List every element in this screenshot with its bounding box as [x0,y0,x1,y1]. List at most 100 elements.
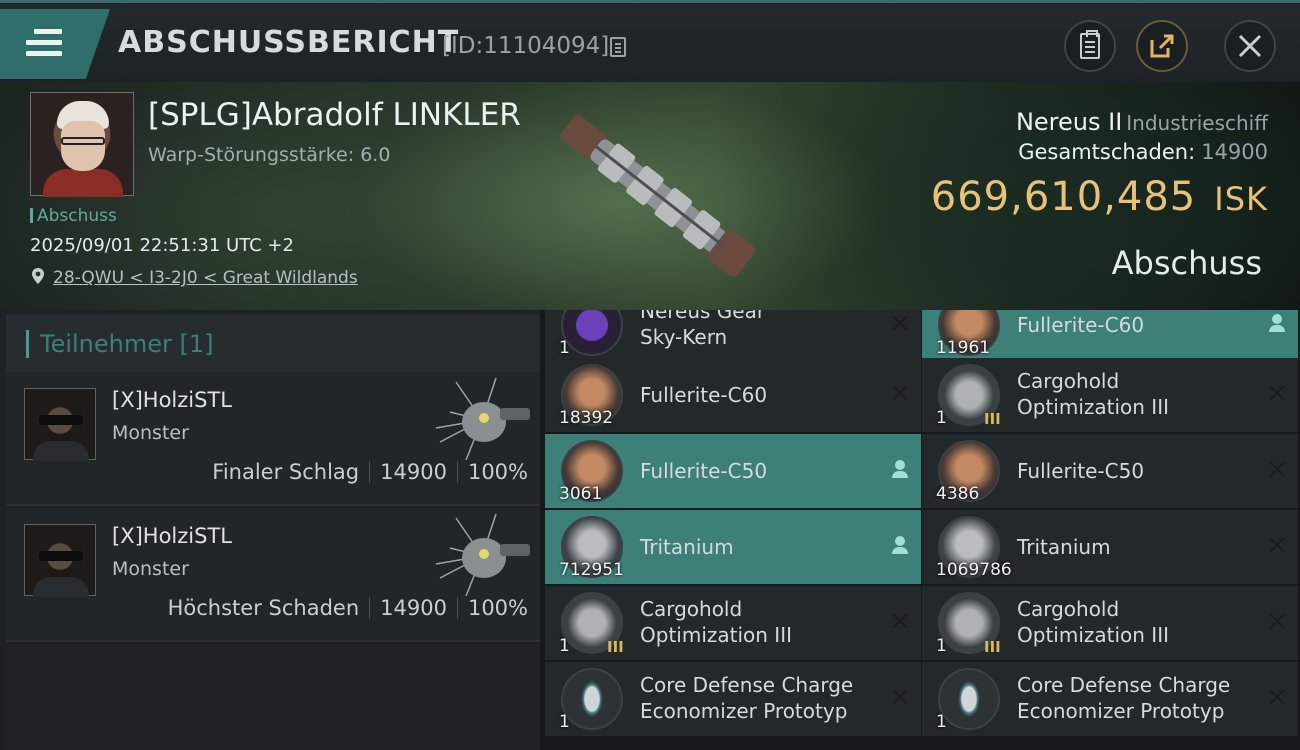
item-name: Core Defense Charge [640,673,854,697]
tier-badge: III [607,638,624,656]
share-icon [1150,34,1174,58]
participant-avatar[interactable] [24,524,96,597]
destroyed-x-icon [891,384,909,402]
destroyed-x-icon [1268,688,1286,706]
item-name: Cargohold [640,597,743,621]
verdict-label: Abschuss [1111,244,1262,282]
item-quantity: 4386 [936,484,980,504]
share-button[interactable] [1136,20,1188,72]
victim-name[interactable]: [SPLG]Abradolf LINKLER [148,97,521,133]
item-quantity: 1 [559,636,570,656]
participant-corp: Monster [112,422,189,444]
item-cell[interactable]: III 1 Cargohold Optimization III [922,586,1298,660]
participant-name: [X]HolziSTL [112,524,232,548]
destroyed-x-icon [891,612,909,630]
participant-ship-icon [435,513,530,597]
item-name: Core Defense Charge [1017,673,1231,697]
item-cell[interactable]: 3061 Fullerite-C50 [545,434,921,508]
victim-avatar[interactable] [30,92,134,197]
item-cell[interactable]: 1 Core Defense Charge Economizer Prototyp [545,662,921,736]
killmail-screen: ABSCHUSSBERICHT [ID:11104094] [SPLG]Abra… [0,0,1300,750]
clipboard-icon [1080,30,1100,59]
victim-ship[interactable]: Nereus II Industrieschiff [1016,108,1268,136]
item-cell[interactable]: 4386 Fullerite-C50 [922,434,1298,508]
participant-label: Finaler Schlag [212,460,360,484]
isk-amount: 669,610,485 [930,174,1197,220]
item-cell[interactable]: 1 Nereus Gear Sky-Kern [545,310,921,362]
destroyed-x-icon [891,314,909,332]
participant-ship-icon [435,377,530,461]
participant-stats: Finaler Schlag 14900 100% [212,460,528,484]
total-damage-value: 14900 [1201,140,1268,164]
item-name: Fullerite-C60 [640,383,768,407]
victim-banner: [SPLG]Abradolf LINKLER Warp-Störungsstär… [0,82,1300,310]
item-quantity: 11961 [936,338,991,358]
ship-name: Nereus II [1015,108,1123,136]
location-pin-icon [32,268,44,284]
item-name: Cargohold [1017,597,1120,621]
participant-name: [X]HolziSTL [112,388,232,412]
participants-empty-space [6,644,540,750]
destroyed-x-icon [1268,536,1286,554]
item-name: Fullerite-C50 [1017,459,1145,483]
tier-badge: III [984,410,1001,428]
item-name: Cargohold [1017,369,1120,393]
item-cell[interactable]: III 1 Cargohold Optimization III [545,586,921,660]
item-name: Fullerite-C60 [1017,313,1145,337]
top-bar: ABSCHUSSBERICHT [ID:11104094] [0,0,1300,82]
item-quantity: 1 [936,636,947,656]
item-quantity: 1 [936,408,947,428]
item-name: Fullerite-C50 [640,459,768,483]
participants-title: Teilnehmer [1] [40,330,214,358]
menu-button[interactable] [0,9,110,79]
copy-icon[interactable] [610,37,626,57]
item-quantity: 1069786 [936,560,1012,580]
tier-badge: III [984,638,1001,656]
warp-strength: Warp-Störungsstärke: 6.0 [148,144,391,166]
item-name-line2: Economizer Prototyp [640,699,848,723]
item-cell[interactable]: 712951 Tritanium [545,510,921,584]
close-icon [1238,34,1262,58]
item-name-line2: Optimization III [1017,623,1169,647]
destroyed-x-icon [891,688,909,706]
item-cell[interactable]: 1069786 Tritanium [922,510,1298,584]
dropped-by-person-icon [1268,314,1286,332]
destroyed-x-icon [1268,612,1286,630]
participant-percent: 100% [467,596,528,620]
kill-location-link[interactable]: 28-QWU < I3-2J0 < Great Wildlands [53,268,358,288]
menu-icon [26,29,62,59]
participant-stats: Höchster Schaden 14900 100% [168,596,528,620]
participants-header: Teilnehmer [1] [6,314,540,376]
clipboard-button[interactable] [1064,20,1116,72]
item-quantity: 712951 [559,560,624,580]
item-grid: 1 Nereus Gear Sky-Kern 11961 Fullerite-C60 18… [543,310,1300,750]
close-button[interactable] [1224,20,1276,72]
item-cell[interactable]: III 1 Cargohold Optimization III [922,358,1298,432]
item-name-line2: Optimization III [1017,395,1169,419]
participant-damage: 14900 [380,596,447,620]
item-quantity: 18392 [559,408,614,428]
participant-corp: Monster [112,558,189,580]
item-cell[interactable]: 11961 Fullerite-C60 [922,310,1298,362]
item-cell[interactable]: 18392 Fullerite-C60 [545,358,921,432]
dropped-by-person-icon [891,536,909,554]
shield-rig-icon [561,668,623,730]
dropped-by-person-icon [891,460,909,478]
item-quantity: 1 [936,712,947,732]
item-cell[interactable]: 1 Core Defense Charge Economizer Prototyp [922,662,1298,736]
participant-avatar[interactable] [24,388,96,461]
item-name: Nereus Gear [640,310,766,323]
item-name: Tritanium [1017,535,1111,559]
core-icon [561,310,623,356]
item-quantity: 1 [559,338,570,358]
item-name-line2: Optimization III [640,623,792,647]
participant-percent: 100% [467,460,528,484]
item-name-line2: Economizer Prototyp [1017,699,1225,723]
participant-label: Höchster Schaden [167,596,360,620]
participant-row[interactable]: [X]HolziSTL Monster Finaler Schlag 14900 1… [6,372,540,506]
participant-row[interactable]: [X]HolziSTL Monster Höchster Schaden 1490… [6,508,540,642]
destroyed-x-icon [1268,460,1286,478]
item-name-line2: Sky-Kern [640,325,728,349]
participants-panel: Teilnehmer [1] [X]HolziSTL Monster Final… [0,310,540,750]
loss-tag: Abschuss [30,206,117,226]
